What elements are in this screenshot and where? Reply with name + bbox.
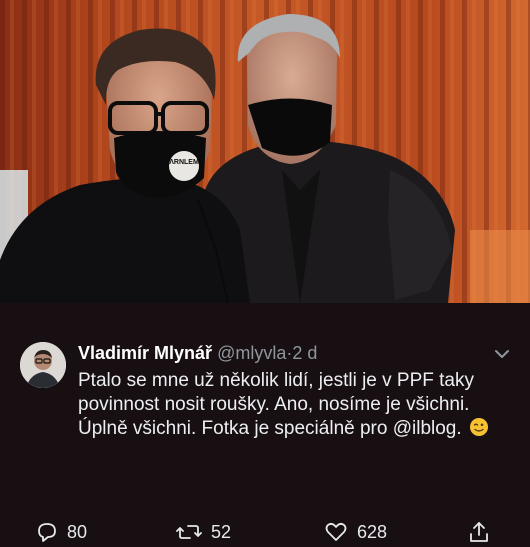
tweet-body: Ptalo se mne už několik lidí, jestli je … (78, 370, 474, 439)
chevron-down-icon[interactable] (493, 347, 511, 361)
share-icon (470, 522, 488, 542)
tweet-card: Vladimír Mlynář @mlyvla·2 d Ptalo se mne… (0, 303, 530, 547)
reply-button[interactable]: 80 (36, 519, 87, 545)
tweet-photo[interactable]: ΛRNLEM (0, 0, 530, 303)
like-count: 628 (357, 521, 388, 542)
tweet-text: Ptalo se mne už několik lidí, jestli je … (78, 369, 518, 441)
tweet-screenshot: ΛRNLEM Vladimír Mlynář @mlyvla·2 d Ptalo… (0, 0, 530, 547)
tweet-header: Vladimír Mlynář @mlyvla·2 d (78, 341, 317, 365)
reply-icon (38, 523, 56, 542)
avatar[interactable] (20, 342, 66, 388)
retweet-icon (176, 525, 202, 539)
author-handle[interactable]: @mlyvla (217, 343, 286, 363)
heart-icon (325, 522, 347, 541)
svg-text:ΛRNLEM: ΛRNLEM (169, 159, 199, 166)
author-name[interactable]: Vladimír Mlynář (78, 343, 212, 363)
winking-face-icon (469, 417, 489, 437)
selfie-image: ΛRNLEM (0, 0, 530, 303)
retweet-button[interactable]: 52 (176, 519, 231, 545)
timestamp[interactable]: 2 d (292, 343, 317, 363)
like-button[interactable]: 628 (324, 519, 387, 545)
retweet-count: 52 (211, 521, 232, 542)
share-button[interactable] (468, 519, 499, 545)
mask-print (169, 151, 199, 181)
tweet-actions: 80 52 628 (0, 519, 530, 547)
reply-count: 80 (67, 521, 88, 542)
